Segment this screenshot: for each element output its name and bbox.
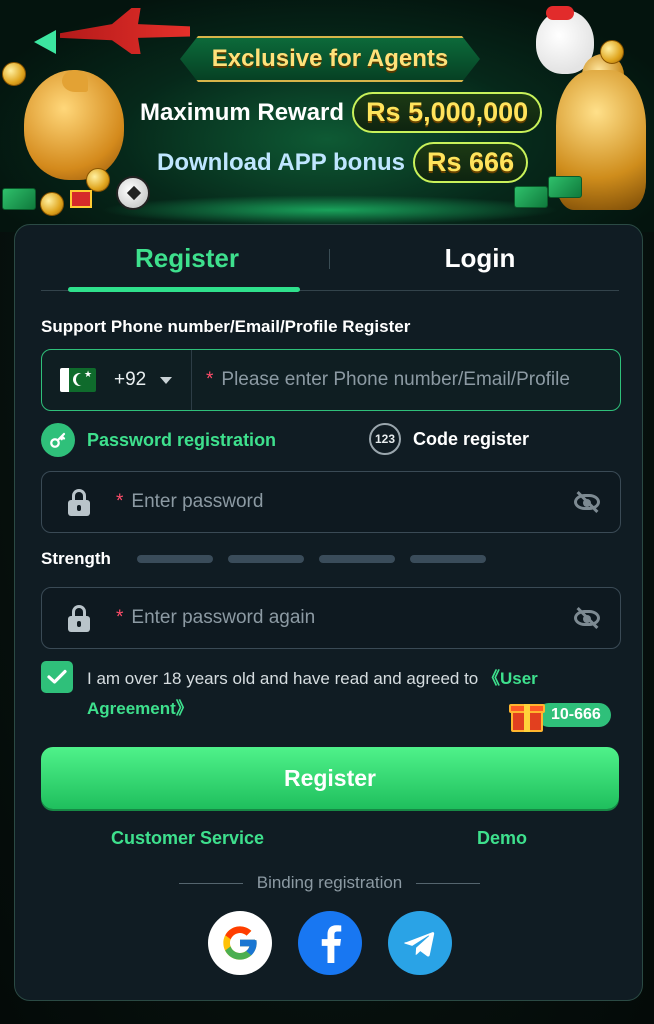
chevron-down-icon (160, 376, 173, 384)
code-register-option[interactable]: 123 Code register (369, 423, 529, 455)
lock-icon (68, 605, 90, 632)
facebook-login-button[interactable] (297, 911, 362, 975)
strength-label: Strength (41, 549, 111, 568)
binding-registration-label: Binding registration (256, 873, 403, 892)
register-method-label: Support Phone number/Email/Profile Regis… (41, 317, 411, 336)
pig-ear-decoration (62, 70, 88, 92)
key-icon (41, 423, 75, 457)
app-bonus-value: Rs 666 (413, 142, 529, 183)
code-register-label: Code register (413, 428, 530, 449)
banner-title: Exclusive for Agents (211, 45, 449, 72)
password-registration-option[interactable]: Password registration (41, 423, 276, 457)
agreement-statement: I am over 18 years old and have read and… (87, 669, 483, 688)
register-button[interactable]: Register (41, 747, 619, 809)
phone-field: +92 * Please enter Phone number/Email/Pr… (41, 349, 621, 411)
binding-registration-divider: Binding registration (15, 873, 644, 893)
footer-links: Customer Service Demo (41, 828, 621, 852)
lock-icon (68, 489, 90, 516)
customer-service-link[interactable]: Customer Service (111, 828, 264, 849)
banner-glow (100, 195, 560, 225)
airplane-illustration (60, 8, 190, 54)
divider-line (178, 882, 243, 884)
google-icon (222, 926, 257, 960)
crown-icon (600, 40, 624, 64)
password-input[interactable]: * Enter password (116, 491, 572, 513)
bonus-badge: 10-666 (509, 698, 611, 732)
banner-title-ribbon: Exclusive for Agents (180, 36, 480, 82)
strength-bar (319, 555, 395, 563)
confirm-password-placeholder: Enter password again (131, 607, 316, 628)
promo-banner: Exclusive for Agents Maximum Reward Rs 5… (0, 0, 654, 232)
password-field: * Enter password (41, 471, 621, 533)
phone-placeholder: Please enter Phone number/Email/Profile (221, 369, 570, 390)
strength-bar (137, 555, 213, 563)
max-reward-label: Maximum Reward (140, 98, 345, 126)
required-mark: * (116, 491, 124, 512)
cash-stack-icon (2, 188, 36, 210)
max-reward-row: Maximum Reward Rs 5,000,000 (140, 92, 543, 133)
telegram-icon (403, 932, 434, 957)
coin-icon (40, 192, 64, 216)
register-card: Register Login Support Phone number/Emai… (14, 224, 643, 1001)
password-placeholder: Enter password (131, 491, 264, 512)
required-mark: * (206, 369, 214, 390)
auth-tabs: Register Login (41, 225, 619, 293)
password-strength-meter: Strength (41, 549, 501, 569)
country-code: +92 (114, 369, 147, 390)
gift-icon (70, 190, 92, 208)
chicken-comb-decoration (546, 6, 574, 20)
telegram-login-button[interactable] (387, 911, 452, 975)
gift-box-icon (509, 698, 545, 732)
password-registration-label: Password registration (87, 429, 277, 450)
confirm-password-field: * Enter password again (41, 587, 621, 649)
tab-login[interactable]: Login (341, 225, 619, 291)
eye-off-icon[interactable] (572, 491, 602, 513)
bonus-amount: 10-666 (537, 703, 611, 727)
eye-off-icon[interactable] (572, 607, 602, 629)
app-bonus-label: Download APP bonus (157, 148, 406, 176)
cash-stack-icon (514, 186, 548, 208)
divider-line (416, 882, 481, 884)
app-bonus-row: Download APP bonus Rs 666 (157, 142, 529, 183)
required-mark: * (116, 607, 124, 628)
registration-modes: Password registration 123 Code register (41, 423, 621, 457)
strength-bar (410, 555, 486, 563)
facebook-icon (321, 925, 341, 963)
social-login-buttons (15, 911, 644, 975)
max-reward-value: Rs 5,000,000 (352, 92, 543, 133)
demo-link[interactable]: Demo (477, 828, 527, 849)
checkmark-icon (47, 669, 67, 684)
tab-divider (329, 249, 330, 269)
coin-icon (2, 62, 26, 86)
google-login-button[interactable] (207, 911, 272, 975)
tab-register[interactable]: Register (41, 225, 333, 291)
phone-input[interactable]: * Please enter Phone number/Email/Profil… (192, 369, 620, 391)
active-tab-indicator (68, 287, 300, 292)
cash-stack-icon (548, 176, 582, 198)
soccer-ball-illustration (116, 176, 150, 210)
numeric-code-icon: 123 (369, 423, 401, 455)
strength-bar (228, 555, 304, 563)
pakistan-flag-icon (60, 368, 96, 392)
agreement-checkbox[interactable] (41, 661, 73, 693)
country-code-selector[interactable]: +92 (42, 350, 192, 410)
arrow-decoration-icon (34, 30, 56, 54)
coin-icon (86, 168, 110, 192)
confirm-password-input[interactable]: * Enter password again (116, 607, 572, 629)
